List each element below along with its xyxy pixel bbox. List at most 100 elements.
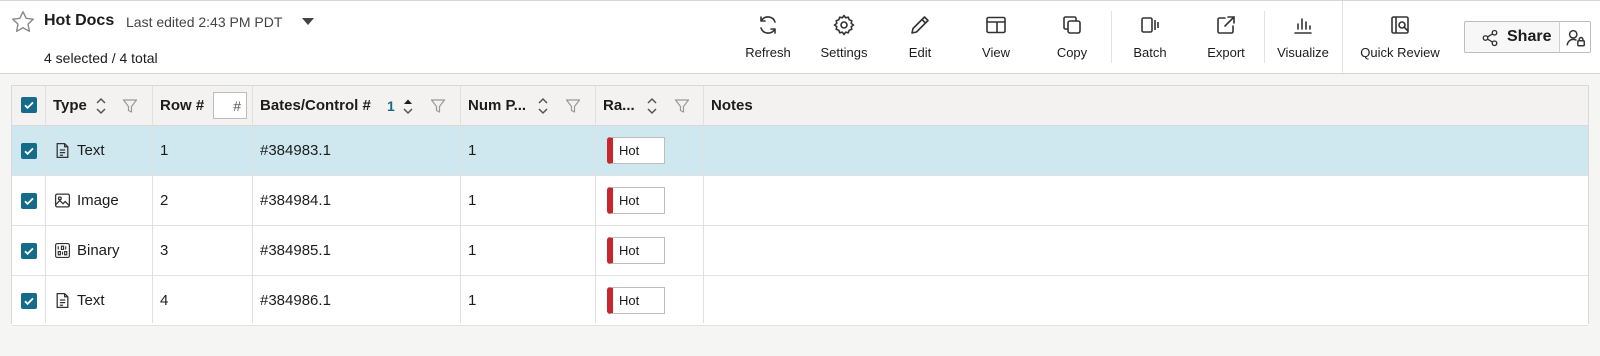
share-icon <box>1482 29 1498 47</box>
table-row[interactable]: Binary 3 #384985.1 1 Hot <box>12 226 1588 276</box>
settings-button[interactable]: Settings <box>804 11 884 63</box>
table-row[interactable]: Text 1 #384983.1 1 Hot <box>12 126 1588 176</box>
cell-bates: #384986.1 <box>260 292 331 309</box>
table-row[interactable]: Image 2 #384984.1 1 Hot <box>12 176 1588 226</box>
toolbar-divider <box>1342 1 1343 75</box>
row-checkbox[interactable] <box>21 293 37 309</box>
copy-icon <box>1063 16 1081 34</box>
cell-num-pages: 1 <box>468 192 477 209</box>
settings-label: Settings <box>820 45 868 60</box>
column-header-num-pages[interactable]: Num P... <box>468 97 526 114</box>
cell-row-number: 2 <box>160 192 169 209</box>
column-divider[interactable] <box>252 86 253 323</box>
edit-label: Edit <box>908 45 932 60</box>
export-label: Export <box>1207 45 1245 60</box>
refresh-button[interactable]: Refresh <box>728 11 808 63</box>
filter-icon[interactable] <box>430 98 446 114</box>
filter-icon[interactable] <box>674 98 690 114</box>
rating-tag[interactable]: Hot <box>607 187 665 214</box>
row-checkbox[interactable] <box>21 243 37 259</box>
view-label: View <box>982 45 1010 60</box>
cell-bates: #384984.1 <box>260 192 331 209</box>
visualize-button[interactable]: Visualize <box>1263 11 1343 63</box>
checkmark-icon <box>24 197 34 206</box>
sort-icon[interactable] <box>646 96 658 116</box>
image-icon <box>54 193 71 208</box>
column-header-bates[interactable]: Bates/Control # <box>260 97 371 114</box>
row-checkbox[interactable] <box>21 193 37 209</box>
column-divider[interactable] <box>152 86 153 323</box>
copy-button[interactable]: Copy <box>1032 11 1112 63</box>
documents-table: Type Row # # Bates/Control # 1 Num P... … <box>11 85 1589 326</box>
cell-type: Text <box>77 142 105 159</box>
column-divider[interactable] <box>45 86 46 323</box>
filter-icon[interactable] <box>565 98 581 114</box>
table-row[interactable]: Text 4 #384986.1 1 Hot <box>12 276 1588 326</box>
column-header-type[interactable]: Type <box>53 97 87 114</box>
gear-icon <box>833 14 855 36</box>
favorite-star-icon[interactable] <box>10 9 36 35</box>
user-lock-icon <box>1566 29 1585 47</box>
checkmark-icon <box>24 247 34 256</box>
selection-count: 4 selected / 4 total <box>44 50 158 66</box>
sort-ascending-icon[interactable] <box>402 96 414 116</box>
share-label: Share <box>1507 28 1552 45</box>
cell-num-pages: 1 <box>468 242 477 259</box>
cell-type: Binary <box>77 242 120 259</box>
column-divider[interactable] <box>595 86 596 323</box>
quick-review-icon <box>1391 16 1409 34</box>
batch-icon <box>1141 17 1159 33</box>
cell-bates: #384985.1 <box>260 242 331 259</box>
cell-row-number: 4 <box>160 292 169 309</box>
select-all-checkbox[interactable] <box>21 97 37 113</box>
page-title: Hot Docs <box>44 12 115 29</box>
view-button[interactable]: View <box>956 11 1036 63</box>
cell-row-number: 1 <box>160 142 169 159</box>
cell-row-number: 3 <box>160 242 169 259</box>
column-header-row-number[interactable]: Row # <box>160 97 204 114</box>
rating-tag[interactable]: Hot <box>607 287 665 314</box>
visualize-label: Visualize <box>1277 45 1329 60</box>
refresh-label: Refresh <box>745 45 791 60</box>
column-header-rating[interactable]: Ra... <box>603 97 635 114</box>
sort-icon[interactable] <box>95 96 107 116</box>
cell-num-pages: 1 <box>468 292 477 309</box>
column-divider[interactable] <box>703 86 704 323</box>
last-edited-text: Last edited 2:43 PM PDT <box>126 14 283 30</box>
row-number-filter-input[interactable]: # <box>213 92 247 119</box>
batch-label: Batch <box>1133 45 1167 60</box>
export-icon <box>1217 16 1235 34</box>
export-button[interactable]: Export <box>1186 11 1266 63</box>
row-checkbox[interactable] <box>21 143 37 159</box>
edit-button[interactable]: Edit <box>880 11 960 63</box>
page-header: Hot Docs Last edited 2:43 PM PDT 4 selec… <box>0 0 1600 75</box>
rating-tag[interactable]: Hot <box>607 237 665 264</box>
sort-order-index: 1 <box>387 98 395 114</box>
binary-icon <box>55 243 70 258</box>
table-header: Type Row # # Bates/Control # 1 Num P... … <box>12 86 1588 126</box>
checkmark-icon <box>24 147 34 156</box>
chevron-down-icon[interactable] <box>302 18 314 25</box>
quick-review-button[interactable]: Quick Review <box>1350 11 1450 63</box>
quick-review-label: Quick Review <box>1360 45 1440 60</box>
user-permissions-button[interactable] <box>1559 21 1591 53</box>
checkmark-icon <box>24 297 34 306</box>
cell-bates: #384983.1 <box>260 142 331 159</box>
text-document-icon <box>56 292 69 309</box>
batch-button[interactable]: Batch <box>1110 11 1190 63</box>
checkmark-icon <box>24 101 34 110</box>
layout-view-icon <box>986 16 1006 34</box>
share-button[interactable]: Share <box>1464 21 1560 53</box>
pencil-icon <box>911 16 929 34</box>
cell-type: Image <box>77 192 119 209</box>
cell-type: Text <box>77 292 105 309</box>
refresh-icon <box>760 16 776 34</box>
filter-icon[interactable] <box>122 98 138 114</box>
rating-tag[interactable]: Hot <box>607 137 665 164</box>
sort-icon[interactable] <box>537 96 549 116</box>
copy-label: Copy <box>1056 45 1088 60</box>
bar-chart-icon <box>1294 18 1312 34</box>
text-document-icon <box>56 142 69 159</box>
column-divider[interactable] <box>460 86 461 323</box>
column-header-notes[interactable]: Notes <box>711 97 753 114</box>
